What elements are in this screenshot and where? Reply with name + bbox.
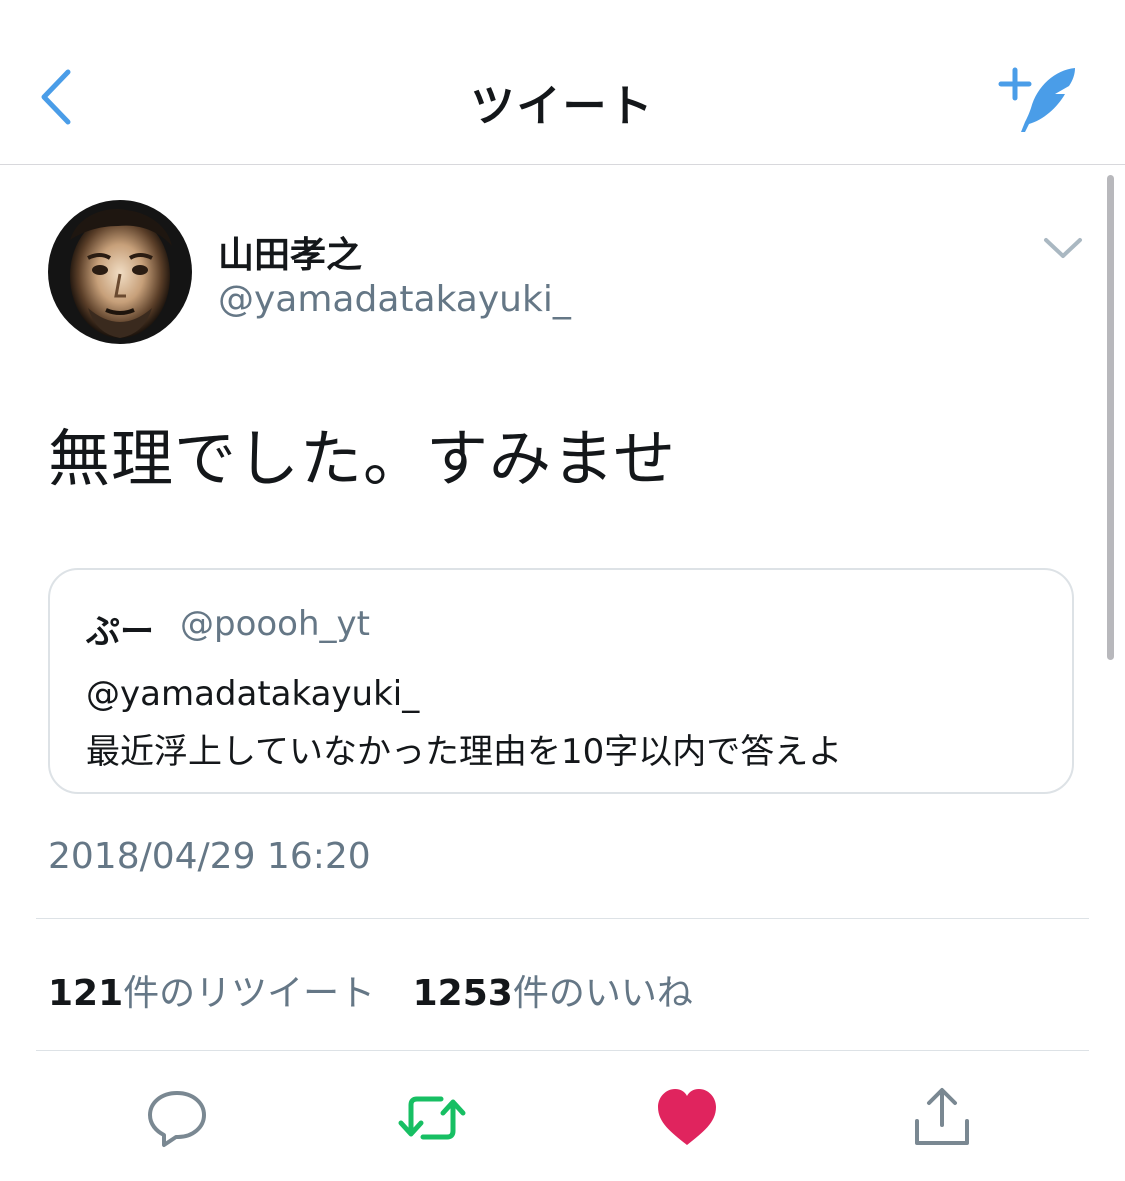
retweet-button[interactable] [397, 1083, 467, 1153]
tweet-timestamp: 2018/04/29 16:20 [48, 836, 371, 877]
avatar[interactable] [48, 200, 192, 344]
retweets-label: 件のリツイート [123, 973, 376, 1014]
navigation-bar: ツイート [0, 0, 1125, 165]
like-button[interactable] [652, 1083, 722, 1153]
quoted-text: 最近浮上していなかった理由を10字以内で答えよ [86, 732, 843, 772]
divider [36, 918, 1089, 919]
compose-button[interactable] [995, 60, 1085, 140]
tweet-text: 無理でした。すみませ [48, 422, 677, 495]
reply-icon [148, 1091, 206, 1147]
author-handle[interactable]: @yamadatakayuki_ [218, 279, 571, 320]
quoted-handle: @poooh_yt [180, 604, 370, 644]
reply-button[interactable] [142, 1083, 212, 1153]
tweet-stats: 121件のリツイート 1253件のいいね [48, 964, 693, 1016]
compose-feather-icon [998, 67, 1075, 132]
quoted-mention: @yamadatakayuki_ [86, 674, 420, 714]
divider [36, 1050, 1089, 1051]
quoted-tweet[interactable]: ぷー @poooh_yt @yamadatakayuki_ 最近浮上していなかっ… [48, 568, 1074, 794]
share-icon [915, 1088, 969, 1145]
retweet-icon [398, 1096, 466, 1140]
page-title: ツイート [470, 81, 655, 132]
author-display-name[interactable]: 山田孝之 [218, 226, 362, 278]
tweet-options-button[interactable] [1040, 232, 1086, 262]
likes-count: 1253 [412, 973, 513, 1014]
scrollbar[interactable] [1107, 175, 1114, 660]
retweets-count: 121 [48, 973, 124, 1014]
likes-label: 件のいいね [512, 973, 693, 1014]
chevron-down-icon [1044, 238, 1082, 258]
share-button[interactable] [907, 1083, 977, 1153]
likes-stat[interactable]: 1253件のいいね [413, 973, 693, 1014]
heart-icon [658, 1089, 716, 1145]
quoted-display-name: ぷー [86, 612, 154, 652]
retweets-stat[interactable]: 121件のリツイート [48, 973, 375, 1014]
